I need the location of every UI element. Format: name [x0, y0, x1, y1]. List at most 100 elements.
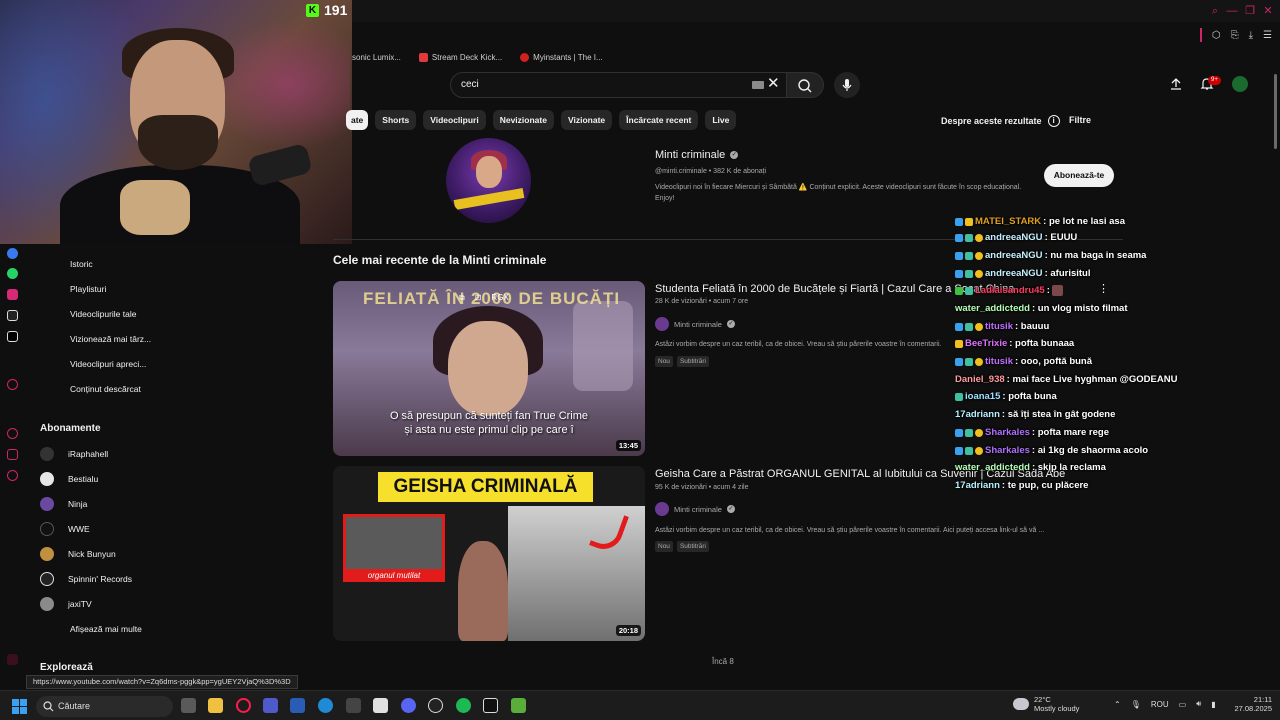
download-icon[interactable]: ⤓ [1249, 30, 1253, 41]
task-view-icon[interactable] [181, 698, 196, 713]
network-icon[interactable]: ▭ [1179, 700, 1187, 709]
sidebar-item-liked-videos[interactable]: Videoclipuri apreci... [70, 359, 146, 369]
subscription-nick-bunyun[interactable]: Nick Bunyun [40, 547, 116, 561]
word-icon[interactable] [290, 698, 305, 713]
menu-icon[interactable]: ☰ [1263, 30, 1272, 41]
rgx-icon[interactable]: RGX [491, 293, 508, 303]
account-avatar[interactable] [1232, 76, 1248, 92]
taskbar-search-label: Căutare [58, 701, 91, 711]
app-icon[interactable] [346, 698, 361, 713]
weather-widget[interactable]: 22°C Mostly cloudy [1012, 695, 1079, 713]
discord-icon[interactable] [401, 698, 416, 713]
youtube-icon [418, 52, 428, 62]
hover-actions: ⧉ ⊡ RGX [459, 293, 509, 303]
gx-icon[interactable] [7, 654, 18, 665]
video-thumbnail[interactable]: FELIATĂ ÎN 2000 DE BUCĂȚI ⧉ ⊡ RGX O să p… [333, 281, 645, 456]
minecraft-icon[interactable] [511, 698, 526, 713]
channel-avatar[interactable] [446, 138, 531, 223]
subscription-wwe[interactable]: WWE [40, 522, 90, 536]
chat-username: Sharkales [985, 445, 1030, 456]
whatsapp-icon[interactable] [7, 268, 18, 279]
chip-recently-uploaded[interactable]: Încărcate recent [619, 110, 699, 130]
sidebar-item-history[interactable]: Istoric [70, 259, 93, 269]
search-button[interactable] [786, 72, 824, 98]
filters-button[interactable]: Filtre [1069, 115, 1091, 125]
more-options-icon[interactable]: ⋮ [1098, 282, 1109, 295]
subscribe-button[interactable]: Abonează-te [1044, 164, 1114, 187]
search-icon[interactable]: ⌕ [1209, 5, 1221, 17]
edge-icon[interactable] [318, 698, 333, 713]
chat-username: 17adriann [955, 409, 1000, 420]
subscription-iraphahell[interactable]: iRaphahell [40, 447, 108, 461]
chip-watched[interactable]: Vizionate [560, 110, 613, 130]
pinboard-icon[interactable] [7, 449, 18, 460]
windows-start-icon[interactable] [12, 699, 27, 714]
chip-shorts[interactable]: Shorts [375, 110, 417, 130]
player-icon[interactable] [7, 379, 18, 390]
show-more-button[interactable]: Afișează mai multe [70, 624, 142, 634]
history-icon[interactable] [7, 428, 18, 439]
sidebar-item-watch-later[interactable]: Vizionează mai târz... [70, 334, 151, 344]
capcut-icon[interactable] [483, 698, 498, 713]
extensions-icon[interactable]: ⬡ [1212, 30, 1221, 41]
language-indicator[interactable]: ROU [1151, 700, 1169, 709]
messenger-icon[interactable] [7, 248, 18, 259]
voice-search-button[interactable] [834, 72, 860, 98]
video-thumbnail[interactable]: GEISHA CRIMINALĂ organul mutilat 20:18 [333, 466, 645, 641]
badge-subtitles: Subtitrări [676, 356, 709, 367]
avatar [655, 502, 669, 516]
subscription-spinnin-records[interactable]: Spinnin' Records [40, 572, 132, 586]
opera-gx-icon[interactable] [236, 698, 251, 713]
scrollbar[interactable] [1274, 74, 1277, 149]
teams-icon[interactable] [263, 698, 278, 713]
copy-icon[interactable]: ⧉ [459, 293, 465, 303]
upload-icon[interactable] [1170, 77, 1182, 91]
subscription-bestialu[interactable]: Bestialu [40, 472, 98, 486]
battery-icon[interactable]: ▮ [1211, 700, 1215, 709]
store-icon[interactable] [373, 698, 388, 713]
streamer-beard [138, 115, 218, 170]
chip-all[interactable]: ate [346, 110, 369, 130]
video-channel-link[interactable]: Minti criminale ✓ [655, 317, 735, 331]
chat-text: : ai 1kg de shaorma acolo [1031, 445, 1149, 456]
channel-name-link[interactable]: Minti criminale ✓ [655, 149, 739, 161]
bookmark-myinstants[interactable]: Myinstants | The I... [520, 52, 603, 62]
sidebar-item-playlists[interactable]: Playlisturi [70, 284, 106, 294]
keyboard-icon[interactable] [752, 81, 764, 89]
sidebar-item-your-videos[interactable]: Videoclipurile tale [70, 309, 136, 319]
x-icon[interactable] [7, 331, 18, 342]
microphone-icon[interactable]: 🎙︎ [1131, 700, 1141, 709]
chip-live[interactable]: Live [705, 110, 737, 130]
video-channel-link[interactable]: Minti criminale ✓ [655, 502, 735, 516]
instagram-icon[interactable] [7, 289, 18, 300]
file-explorer-icon[interactable] [208, 698, 223, 713]
bookmark-lumix[interactable]: sonic Lumix... [352, 53, 401, 62]
obs-icon[interactable] [428, 698, 443, 713]
subscription-jaxitv[interactable]: jaxiTV [40, 597, 92, 611]
close-icon[interactable]: ✕ [1262, 5, 1274, 17]
restore-icon[interactable]: ❐ [1244, 5, 1256, 17]
chat-text: : pofta bunaaa [1009, 338, 1075, 349]
chip-videos[interactable]: Videoclipuri [423, 110, 486, 130]
settings-icon[interactable] [7, 470, 18, 481]
tiktok-icon[interactable] [7, 310, 18, 321]
minimize-icon[interactable]: — [1226, 5, 1238, 17]
taskbar-search[interactable]: Căutare [36, 696, 173, 717]
search-input[interactable]: ceci [450, 72, 790, 98]
chevron-up-icon[interactable]: ⌃ [1114, 700, 1121, 709]
chip-unwatched[interactable]: Nevizionate [492, 110, 554, 130]
sidebar-item-downloads[interactable]: Conținut descărcat [70, 384, 141, 394]
chat-username: MATEI_STARK [975, 216, 1042, 227]
badge-icon [965, 322, 973, 331]
chat-text: : EUUU [1044, 232, 1078, 243]
clear-search-icon[interactable]: ✕ [767, 76, 780, 92]
spotify-icon[interactable] [456, 698, 471, 713]
clock[interactable]: 21:11 27.08.2025 [1232, 695, 1272, 713]
about-results-link[interactable]: Despre aceste rezultate i [941, 115, 1060, 127]
subscription-ninja[interactable]: Ninja [40, 497, 87, 511]
pip-icon[interactable]: ⊡ [475, 293, 482, 303]
volume-icon[interactable]: 🔊︎ [1196, 699, 1201, 709]
more-videos-link[interactable]: Încă 8 [712, 657, 734, 666]
share-icon[interactable]: ⎘ [1231, 30, 1239, 41]
bookmark-stream-deck[interactable]: Stream Deck Kick... [418, 52, 502, 62]
